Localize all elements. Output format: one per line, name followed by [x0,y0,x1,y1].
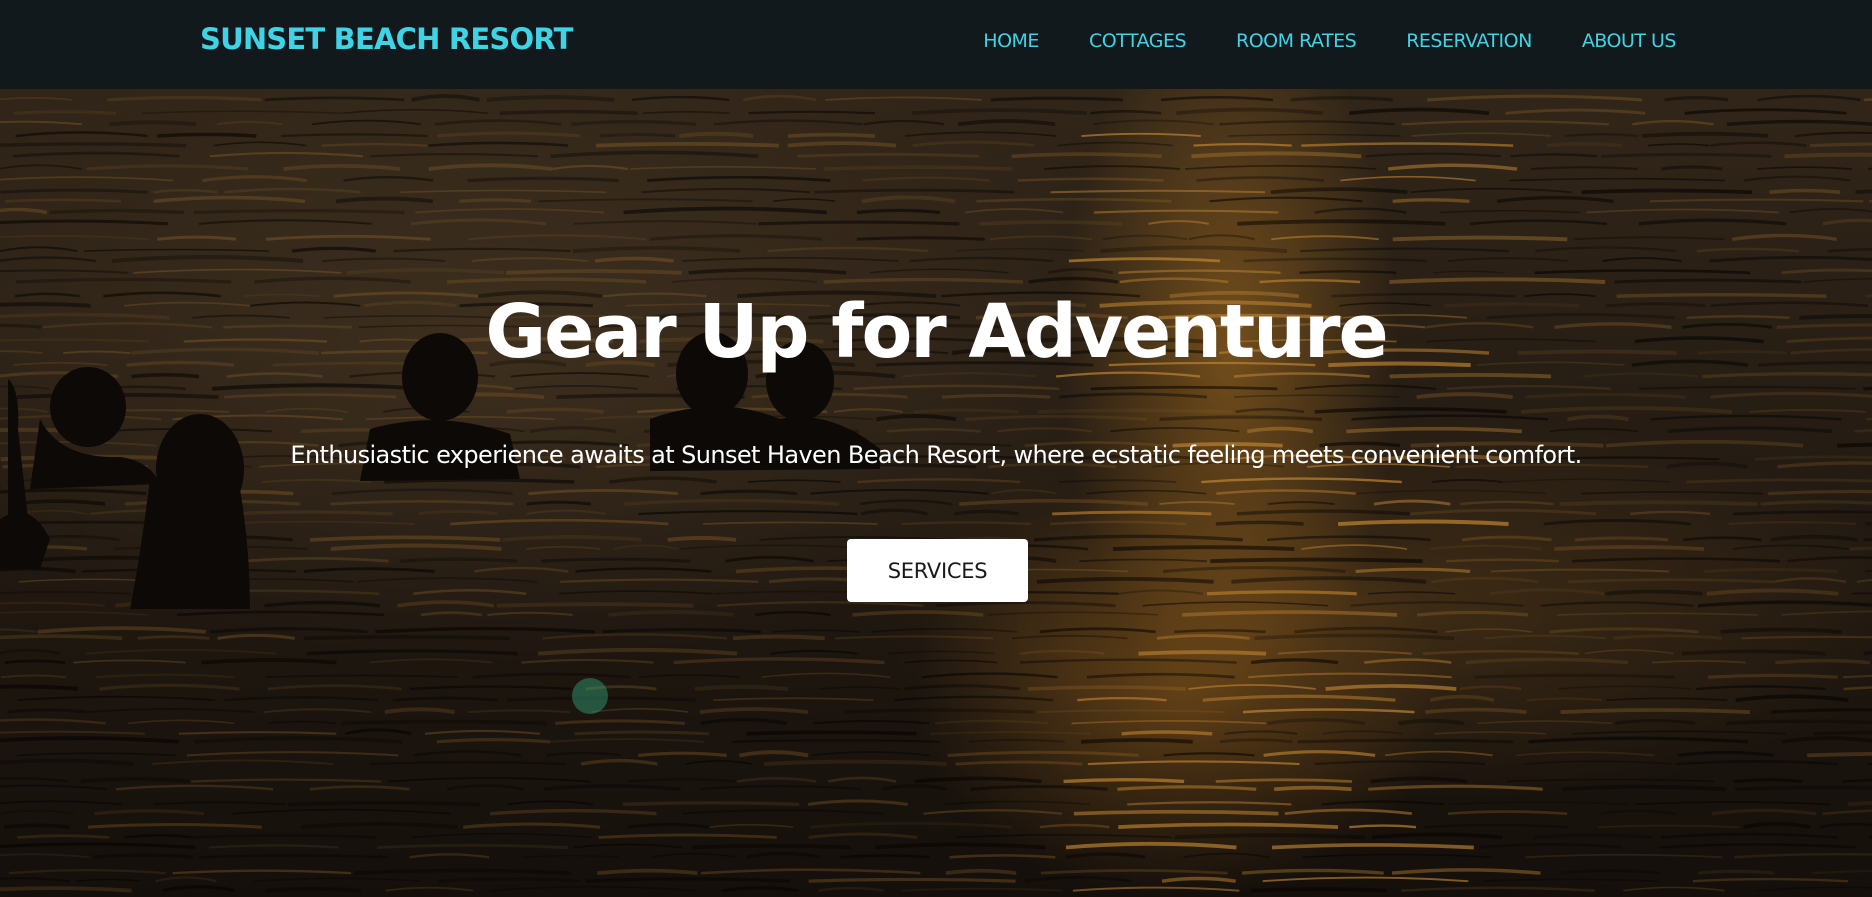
hero-dark-overlay [0,89,1872,897]
nav-link-about-us[interactable]: ABOUT US [1582,30,1677,52]
hero-subtitle: Enthusiastic experience awaits at Sunset… [290,441,1582,469]
services-button[interactable]: SERVICES [847,539,1028,602]
hero-title: Gear Up for Adventure [485,289,1388,375]
hero-section: Gear Up for Adventure Enthusiastic exper… [0,89,1872,897]
brand-logo-link[interactable]: SUNSET BEACH RESORT [200,22,573,56]
nav-link-home[interactable]: HOME [983,30,1039,52]
nav-link-cottages[interactable]: COTTAGES [1089,30,1187,52]
top-navbar: SUNSET BEACH RESORT HOME COTTAGES ROOM R… [0,0,1872,89]
nav-link-room-rates[interactable]: ROOM RATES [1236,30,1357,52]
nav-link-reservation[interactable]: RESERVATION [1406,30,1532,52]
main-nav: HOME COTTAGES ROOM RATES RESERVATION ABO… [983,0,1676,82]
